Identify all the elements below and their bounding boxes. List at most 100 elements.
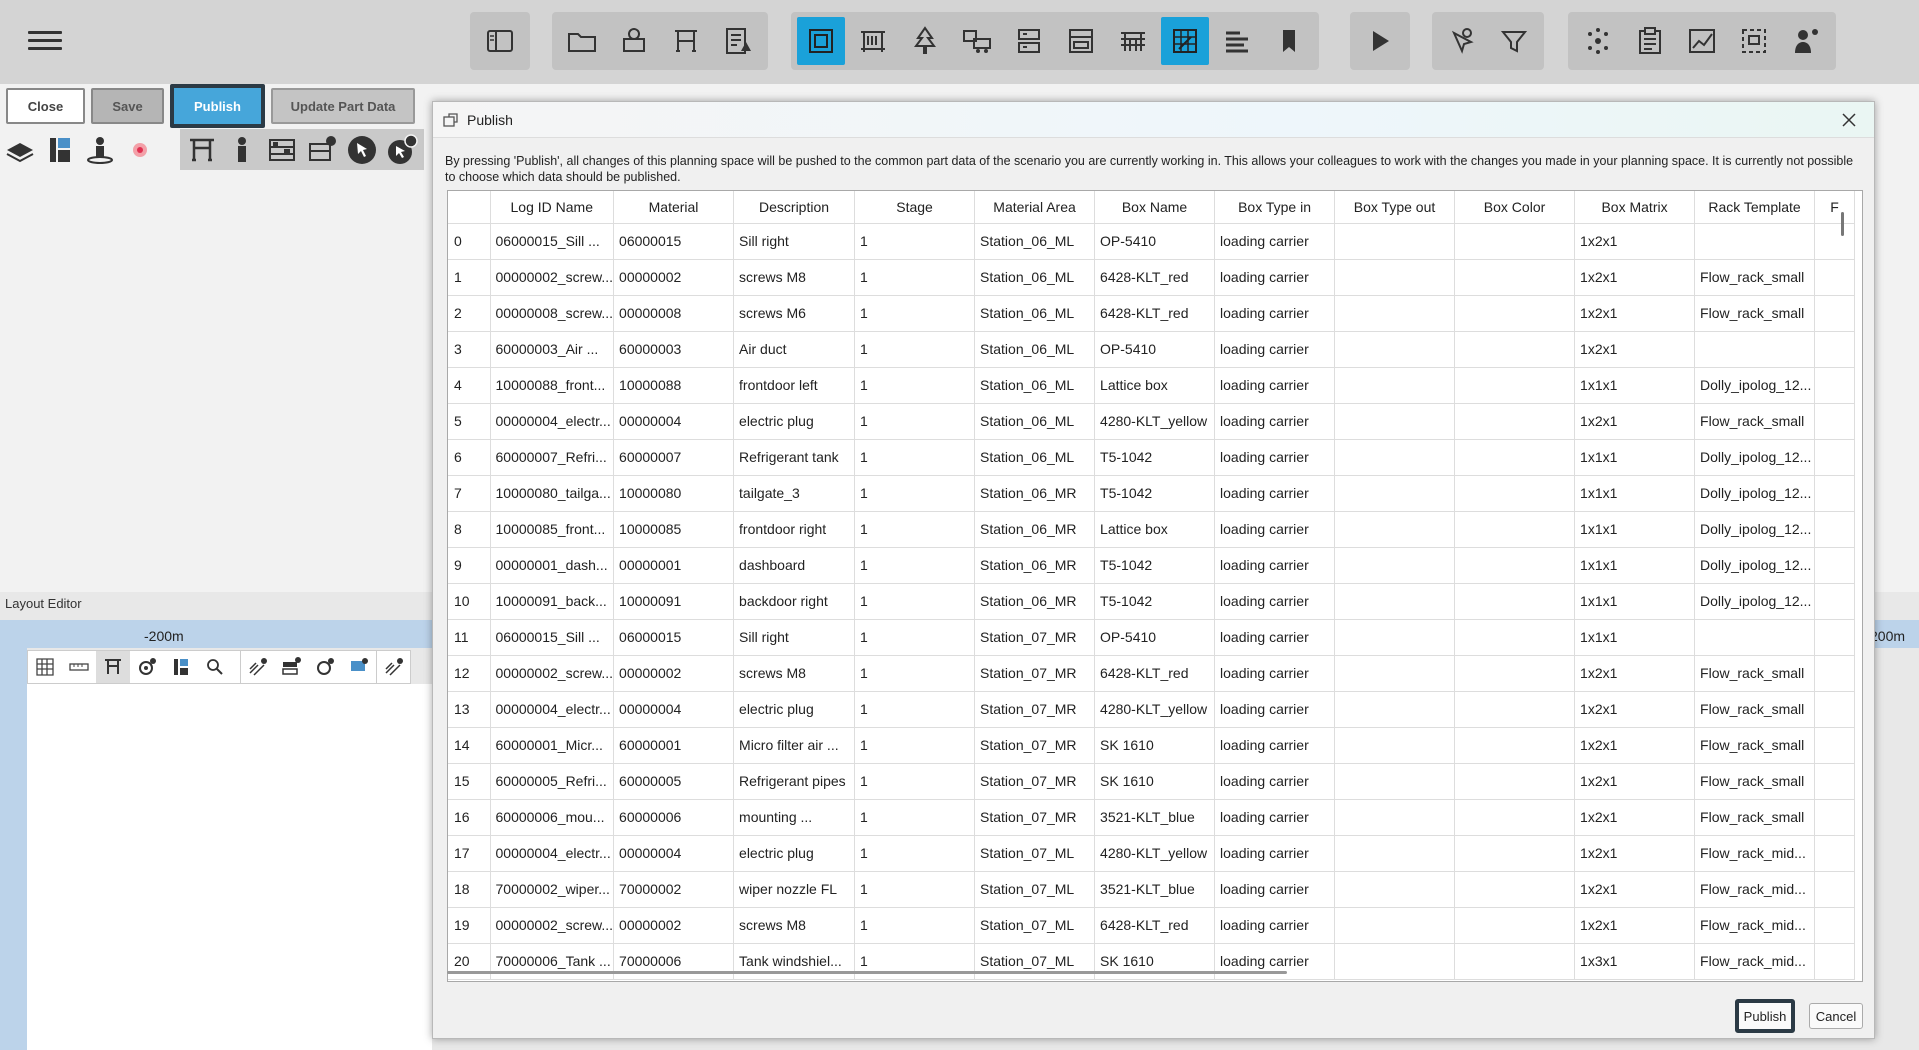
layout-canvas[interactable] bbox=[27, 684, 432, 1050]
column-header[interactable]: Box Type in bbox=[1214, 191, 1336, 224]
person-icon[interactable] bbox=[222, 130, 262, 170]
table-cell: 1 bbox=[854, 691, 976, 728]
update-part-data-button[interactable]: Update Part Data bbox=[271, 88, 415, 124]
frame-rack-icon[interactable] bbox=[182, 130, 222, 170]
table-cell: 1x2x1 bbox=[1574, 907, 1696, 944]
frame-tool-icon[interactable] bbox=[96, 651, 130, 683]
layout-frame-icon[interactable] bbox=[797, 17, 845, 65]
chart-icon[interactable] bbox=[1678, 17, 1726, 65]
table-row[interactable]: 12 00000002_screw... 00000002 screws M8 1 Sta… bbox=[448, 655, 1856, 692]
vertical-scrollbar[interactable] bbox=[1841, 212, 1844, 236]
row-index: 17 bbox=[448, 835, 491, 872]
shelf-info-icon[interactable] bbox=[302, 130, 342, 170]
sidebar-panel-icon[interactable] bbox=[476, 17, 524, 65]
hatch-tool-icon[interactable] bbox=[240, 651, 274, 683]
screenshot-icon[interactable] bbox=[1730, 17, 1778, 65]
report-icon[interactable] bbox=[714, 17, 762, 65]
hatch-settings-icon[interactable] bbox=[376, 651, 410, 683]
column-header[interactable]: Box Color bbox=[1454, 191, 1576, 224]
dialog-title: Publish bbox=[467, 111, 513, 128]
table-row[interactable]: 7 10000080_tailga... 10000080 tailgate_3 1 St… bbox=[448, 475, 1856, 512]
table-row[interactable]: 5 00000004_electr... 00000004 electric plug… bbox=[448, 403, 1856, 440]
table-row[interactable]: 15 60000005_Refri... 60000005 Refrigerant p… bbox=[448, 763, 1856, 800]
shelf-unit-icon[interactable] bbox=[262, 130, 302, 170]
column-header[interactable]: Stage bbox=[854, 191, 976, 224]
column-header[interactable] bbox=[448, 191, 491, 224]
table-row[interactable]: 9 00000001_dash... 00000001 dashboard 1 Stati… bbox=[448, 547, 1856, 584]
column-header[interactable]: Rack Template bbox=[1694, 191, 1816, 224]
parts-icon[interactable] bbox=[610, 17, 658, 65]
gear-tool-icon[interactable] bbox=[308, 651, 342, 683]
table-row[interactable]: 19 00000002_screw... 00000002 screws M8 1 Sta… bbox=[448, 907, 1856, 944]
network-icon[interactable] bbox=[1574, 17, 1622, 65]
pointer-info-icon[interactable] bbox=[382, 130, 422, 170]
table-row[interactable]: 1 00000002_screw... 00000002 screws M8 1 Stat… bbox=[448, 259, 1856, 296]
horizontal-scrollbar[interactable] bbox=[447, 971, 1287, 974]
table-row[interactable]: 2 00000008_screw... 00000008 screws M6 1 Stat… bbox=[448, 295, 1856, 332]
shelf-icon[interactable] bbox=[849, 17, 897, 65]
filter-icon[interactable] bbox=[1490, 17, 1538, 65]
table-row[interactable]: 18 70000002_wiper... 70000002 wiper nozzle … bbox=[448, 871, 1856, 908]
publish-dialog: Publish By pressing 'Publish', all chang… bbox=[432, 101, 1875, 1039]
area-grid-icon[interactable] bbox=[1161, 17, 1209, 65]
close-icon[interactable] bbox=[1838, 109, 1860, 131]
person-info-icon[interactable] bbox=[1782, 17, 1830, 65]
grid-icon[interactable] bbox=[28, 651, 62, 683]
monitor-tool-icon[interactable] bbox=[342, 651, 376, 683]
table-cell bbox=[1694, 619, 1816, 656]
table-row[interactable]: 14 60000001_Micr... 60000001 Micro filter a… bbox=[448, 727, 1856, 764]
clipboard-icon[interactable] bbox=[1626, 17, 1674, 65]
table-row[interactable]: 8 10000085_front... 10000085 frontdoor righ… bbox=[448, 511, 1856, 548]
table-row[interactable]: 17 00000004_electr... 00000004 electric plu… bbox=[448, 835, 1856, 872]
table-row[interactable]: 4 10000088_front... 10000088 frontdoor left… bbox=[448, 367, 1856, 404]
assembly-icon[interactable] bbox=[1109, 17, 1157, 65]
close-button[interactable]: Close bbox=[6, 88, 85, 124]
rack-blue-icon[interactable] bbox=[40, 130, 80, 170]
vehicles-icon[interactable] bbox=[953, 17, 1001, 65]
column-header[interactable]: F bbox=[1814, 191, 1856, 224]
cabinet-icon[interactable] bbox=[1057, 17, 1105, 65]
bookmark-icon[interactable] bbox=[1265, 17, 1313, 65]
publish-button[interactable]: Publish bbox=[170, 84, 265, 128]
dialog-publish-button[interactable]: Publish bbox=[1735, 999, 1795, 1033]
table-cell: 00000002 bbox=[613, 259, 735, 296]
row-index: 12 bbox=[448, 655, 491, 692]
cursor-settings-icon[interactable] bbox=[1438, 17, 1486, 65]
dialog-cancel-button[interactable]: Cancel bbox=[1809, 1003, 1863, 1029]
column-header[interactable]: Box Name bbox=[1094, 191, 1216, 224]
ruler-icon[interactable] bbox=[62, 651, 96, 683]
save-button[interactable]: Save bbox=[91, 88, 164, 124]
table-row[interactable]: 13 00000004_electr... 00000004 electric plu… bbox=[448, 691, 1856, 728]
heatmap-icon[interactable] bbox=[120, 130, 160, 170]
play-icon[interactable] bbox=[1356, 17, 1404, 65]
column-header[interactable]: Material Area bbox=[974, 191, 1096, 224]
table-row[interactable]: 6 60000007_Refri... 60000007 Refrigerant ta… bbox=[448, 439, 1856, 476]
zoom-icon[interactable] bbox=[198, 651, 232, 683]
list-align-icon[interactable] bbox=[1213, 17, 1261, 65]
column-header[interactable]: Box Type out bbox=[1334, 191, 1456, 224]
hamburger-icon[interactable] bbox=[28, 26, 62, 56]
table-row[interactable]: 11 06000015_Sill ... 06000015 Sill right 1 St… bbox=[448, 619, 1856, 656]
pointer-icon[interactable] bbox=[342, 130, 382, 170]
rack-icon[interactable] bbox=[662, 17, 710, 65]
storage-tool-icon[interactable] bbox=[274, 651, 308, 683]
ruler: -200m bbox=[0, 620, 432, 648]
table-cell: Sill right bbox=[733, 619, 856, 656]
rack-small-icon[interactable] bbox=[164, 651, 198, 683]
gear-layer-icon[interactable] bbox=[130, 651, 164, 683]
table-cell bbox=[1334, 655, 1456, 692]
table-row[interactable]: 3 60000003_Air ... 60000003 Air duct 1 Statio… bbox=[448, 331, 1856, 368]
column-header[interactable]: Log ID Name bbox=[490, 191, 615, 224]
column-header[interactable]: Material bbox=[613, 191, 735, 224]
folder-icon[interactable] bbox=[558, 17, 606, 65]
layers-icon[interactable] bbox=[0, 130, 40, 170]
column-header[interactable]: Description bbox=[733, 191, 856, 224]
table-cell: Air duct bbox=[733, 331, 856, 368]
storage-icon[interactable] bbox=[1005, 17, 1053, 65]
column-header[interactable]: Box Matrix bbox=[1574, 191, 1696, 224]
table-row[interactable]: 0 06000015_Sill ... 06000015 Sill right 1 Sta… bbox=[448, 223, 1856, 260]
worker-icon[interactable] bbox=[80, 130, 120, 170]
table-row[interactable]: 10 10000091_back... 10000091 backdoor right… bbox=[448, 583, 1856, 620]
table-row[interactable]: 16 60000006_mou... 60000006 mounting ... 1 St… bbox=[448, 799, 1856, 836]
tree-icon[interactable] bbox=[901, 17, 949, 65]
